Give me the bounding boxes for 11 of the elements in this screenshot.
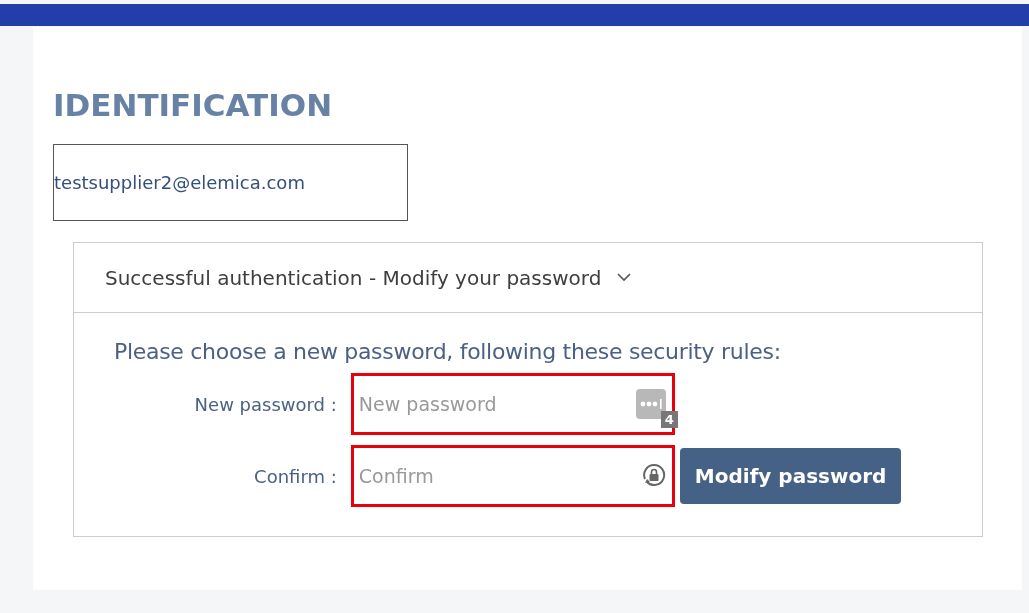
- chevron-down-icon: [617, 273, 632, 282]
- field-label: Confirm :: [254, 465, 337, 487]
- field-label: New password :: [194, 393, 337, 415]
- panel-title: Successful authentication - Modify your password: [105, 265, 602, 290]
- password-field[interactable]: Confirm: [350, 445, 675, 507]
- modify-password-button[interactable]: Modify password: [679, 448, 902, 504]
- page-heading: IDENTIFICATION: [53, 86, 334, 125]
- email-text: testsupplier2@elemica.com: [54, 172, 305, 193]
- panel-header[interactable]: Successful authentication - Modify your password: [74, 243, 982, 313]
- instruction-text: Please choose a new password, following these security rules:: [114, 338, 782, 366]
- lock-refresh-icon[interactable]: [641, 463, 666, 489]
